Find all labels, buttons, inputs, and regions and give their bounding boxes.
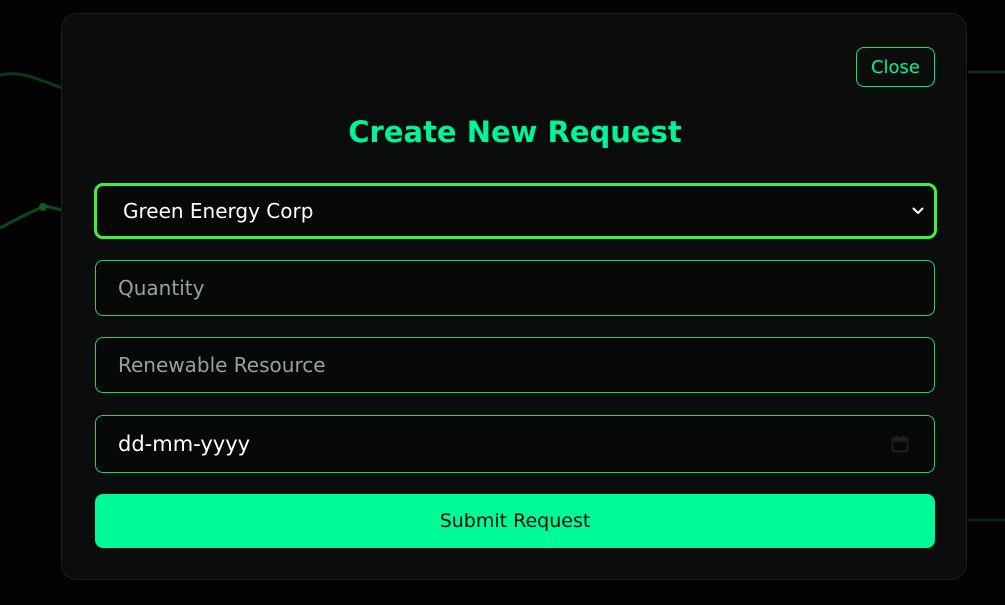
renewable-resource-field	[95, 337, 935, 393]
submit-request-button[interactable]: Submit Request	[95, 494, 935, 548]
quantity-input[interactable]	[96, 261, 934, 315]
renewable-resource-input[interactable]	[96, 338, 934, 392]
modal-title: Create New Request	[348, 115, 682, 149]
calendar-icon[interactable]	[890, 434, 910, 454]
quantity-field	[95, 260, 935, 316]
company-select-value: Green Energy Corp	[123, 199, 314, 223]
company-select[interactable]: Green Energy Corp	[94, 183, 937, 239]
date-field[interactable]: dd-mm-yyyy	[95, 415, 935, 473]
close-button[interactable]: Close	[856, 47, 935, 87]
chevron-down-icon	[910, 203, 926, 219]
date-input-placeholder[interactable]: dd-mm-yyyy	[96, 432, 890, 456]
create-request-modal: Close Create New Request Green Energy Co…	[61, 13, 967, 580]
